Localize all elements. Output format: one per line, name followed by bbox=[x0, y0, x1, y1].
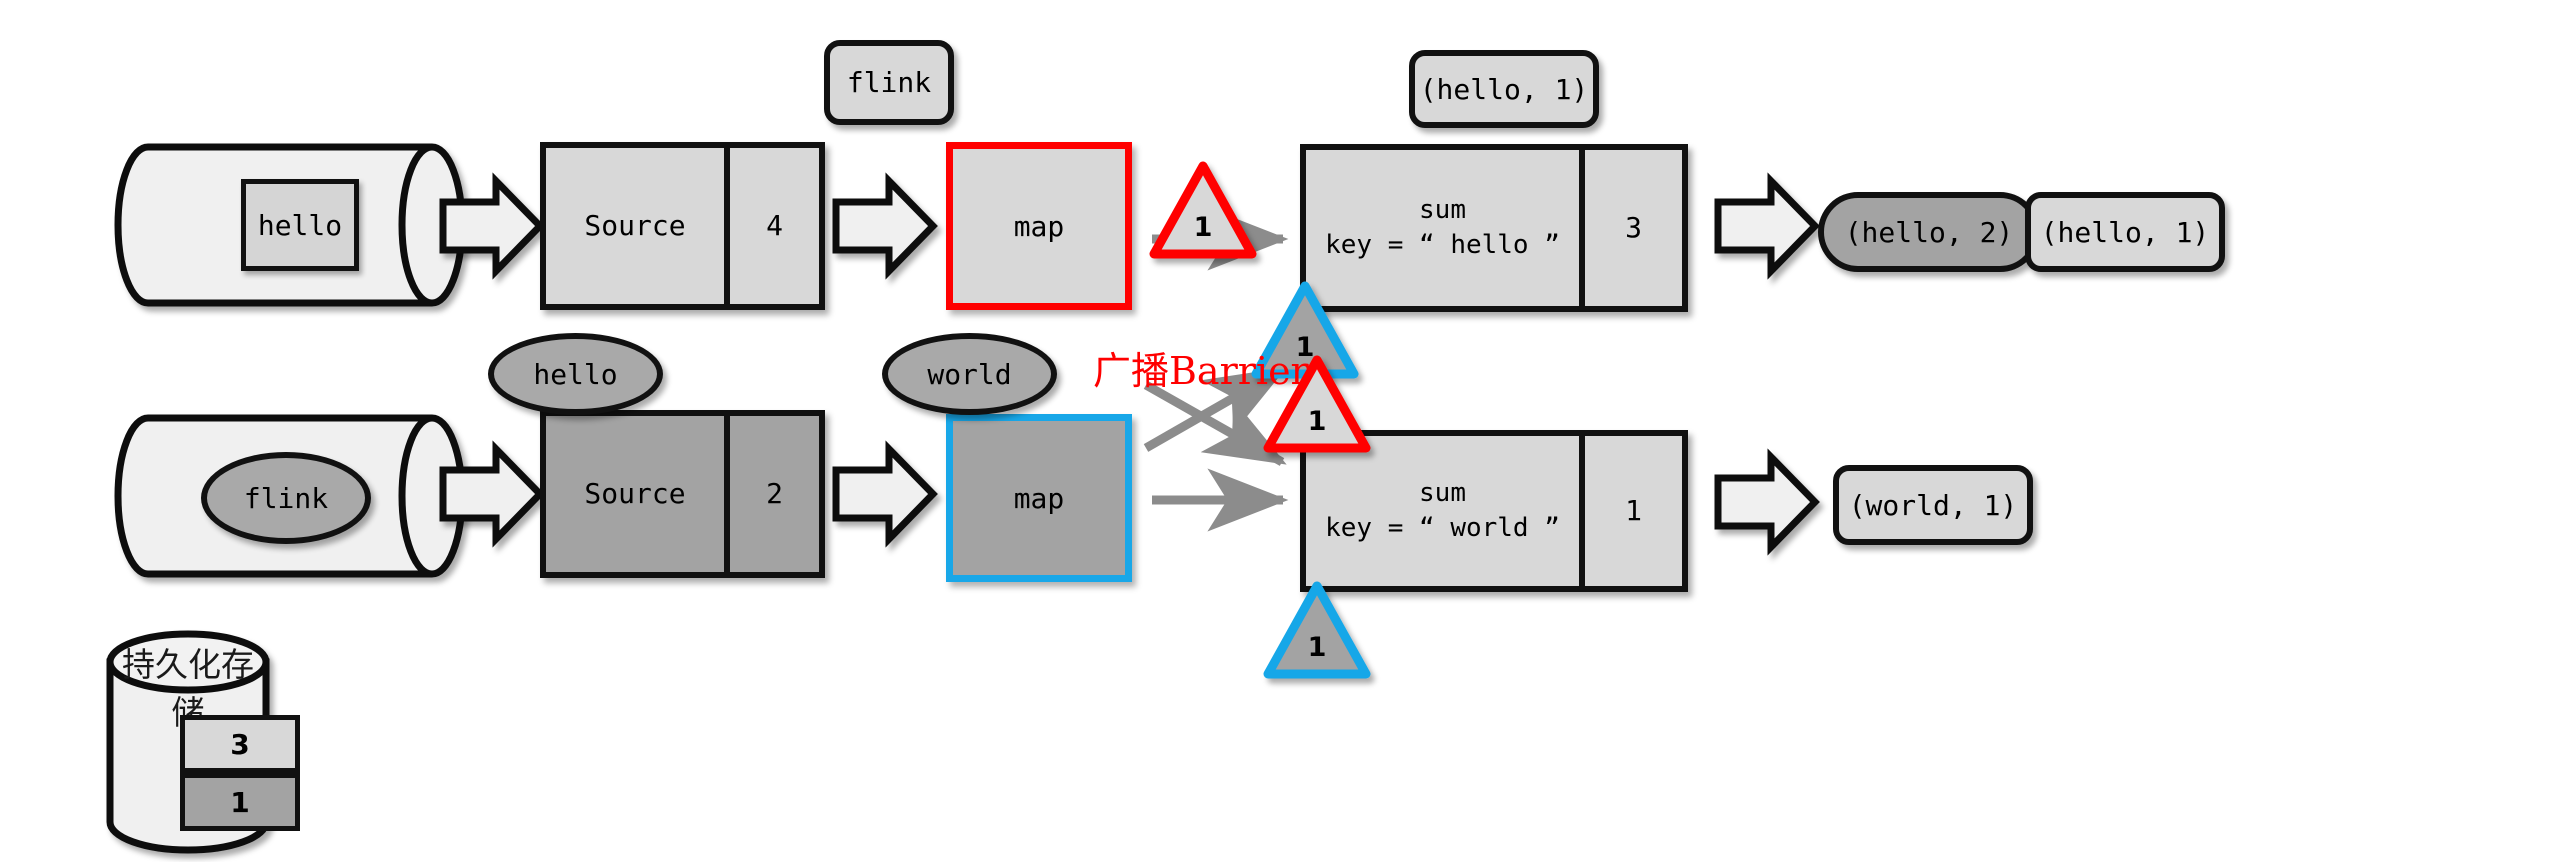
sum-world-count: 1 bbox=[1585, 430, 1688, 592]
block-arrow-source-to-map-top bbox=[832, 172, 938, 280]
hello-ellipse: hello bbox=[488, 333, 663, 415]
map-bottom-label: map bbox=[1013, 481, 1065, 515]
source-top-label: Source bbox=[584, 209, 686, 243]
sum-world-main: sum key = “ world ” bbox=[1300, 430, 1585, 592]
sum-hello-count: 3 bbox=[1585, 144, 1688, 312]
source-top-main: Source bbox=[540, 142, 730, 310]
output-world-1-label: (world, 1) bbox=[1848, 488, 2018, 522]
storage-cell-1: 1 bbox=[180, 773, 300, 831]
sum-hello-title: sum bbox=[1419, 194, 1466, 225]
barrier-blue-bottom: 1 bbox=[1262, 580, 1372, 680]
map-top-label: map bbox=[1013, 209, 1065, 243]
barrier-red-mid-label: 1 bbox=[1307, 406, 1327, 437]
source-bottom-label: Source bbox=[584, 477, 686, 511]
hello-tuple-top-box: (hello, 1) bbox=[1409, 50, 1599, 128]
world-ellipse: world bbox=[882, 333, 1057, 415]
sum-world-count-value: 1 bbox=[1625, 494, 1642, 528]
queue-item-flink: flink bbox=[201, 452, 371, 544]
sum-hello-count-value: 3 bbox=[1625, 211, 1642, 245]
map-top[interactable]: map bbox=[946, 142, 1132, 310]
broadcast-barrier-annotation: 广播Barrier bbox=[1093, 349, 1309, 393]
map-bottom[interactable]: map bbox=[946, 414, 1132, 582]
block-arrow-queue-to-source-bottom bbox=[439, 440, 545, 548]
sum-world-title: sum bbox=[1419, 477, 1466, 508]
barrier-red-top: 1 bbox=[1148, 160, 1258, 260]
flink-record-label: flink bbox=[846, 66, 932, 99]
sum-world-key: key = “ world ” bbox=[1325, 513, 1560, 543]
storage-cell-1-label: 1 bbox=[230, 785, 250, 819]
block-arrow-queue-to-source-top bbox=[439, 172, 545, 280]
queue-item-hello-label: hello bbox=[257, 208, 343, 242]
barrier-blue-bottom-label: 1 bbox=[1307, 632, 1327, 663]
barrier-red-top-label: 1 bbox=[1193, 212, 1213, 243]
world-ellipse-label: world bbox=[927, 357, 1012, 391]
hello-tuple-top-label: (hello, 1) bbox=[1419, 72, 1589, 106]
block-arrow-sum-to-output-top bbox=[1714, 172, 1820, 280]
output-hello-1: (hello, 1) bbox=[2025, 192, 2225, 272]
source-bottom-count-value: 2 bbox=[766, 477, 783, 511]
output-hello-2: (hello, 2) bbox=[1818, 192, 2040, 272]
flink-record-box: flink bbox=[824, 40, 954, 125]
queue-item-hello: hello bbox=[241, 179, 359, 271]
diagram-canvas: hello flink Source 4 Source 2 map map su… bbox=[0, 0, 2559, 862]
block-arrow-source-to-map-bottom bbox=[832, 440, 938, 548]
storage-cell-0-label: 3 bbox=[230, 727, 250, 761]
source-bottom[interactable]: Source 2 bbox=[540, 410, 825, 578]
queue-item-flink-label: flink bbox=[243, 481, 329, 515]
output-hello-1-label: (hello, 1) bbox=[2040, 215, 2210, 249]
storage-cell-0: 3 bbox=[180, 715, 300, 773]
sum-hello-key: key = “ hello ” bbox=[1325, 230, 1560, 260]
source-top-count-value: 4 bbox=[766, 209, 783, 243]
source-top-count: 4 bbox=[730, 142, 825, 310]
source-top[interactable]: Source 4 bbox=[540, 142, 825, 310]
block-arrow-sum-to-output-bottom bbox=[1714, 448, 1820, 556]
source-bottom-count: 2 bbox=[730, 410, 825, 578]
sum-world[interactable]: sum key = “ world ” 1 bbox=[1300, 430, 1688, 592]
output-hello-2-label: (hello, 2) bbox=[1844, 215, 2014, 249]
output-world-1: (world, 1) bbox=[1833, 465, 2033, 545]
hello-ellipse-label: hello bbox=[533, 357, 618, 391]
source-bottom-main: Source bbox=[540, 410, 730, 578]
